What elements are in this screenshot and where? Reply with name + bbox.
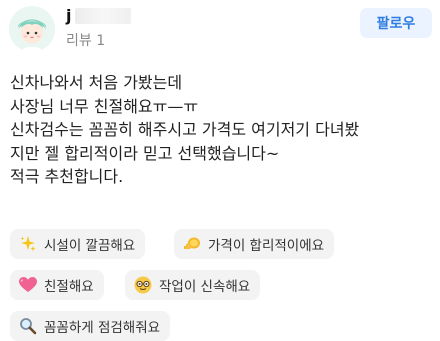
review-text: 신차나와서 처음 가봤는데 사장님 너무 친절해요ㅠ—ㅠ 신차검수는 꼼꼼히 해… xyxy=(10,73,360,186)
keyword-label: 꼼꼼하게 점검해줘요 xyxy=(44,320,161,336)
magnifier-icon xyxy=(18,316,38,336)
keyword-chip: 꼼꼼하게 점검해줘요 xyxy=(10,311,171,341)
keyword-chip: 친절해요 xyxy=(10,270,104,300)
heart-icon xyxy=(18,275,38,295)
username-text: j xyxy=(66,6,72,25)
review-count: 리뷰 1 xyxy=(66,33,106,49)
nerd-face-icon xyxy=(133,275,153,295)
username-blur-mask xyxy=(75,7,132,24)
username[interactable]: j xyxy=(66,6,132,25)
keyword-label: 시설이 깔끔해요 xyxy=(44,238,136,254)
keyword-chip: 작업이 신속해요 xyxy=(125,270,261,300)
user-avatar-icon xyxy=(9,6,55,52)
keyword-label: 작업이 신속해요 xyxy=(159,279,251,295)
keyword-chip: 가격이 합리적이에요 xyxy=(174,229,335,259)
follow-button[interactable]: 팔로우 xyxy=(360,8,432,38)
avatar[interactable] xyxy=(9,6,55,52)
sparkles-icon xyxy=(18,234,38,254)
money-icon xyxy=(182,234,202,254)
keyword-label: 친절해요 xyxy=(44,279,94,295)
keyword-chip: 시설이 깔끔해요 xyxy=(10,229,146,259)
keyword-label: 가격이 합리적이에요 xyxy=(208,238,325,254)
